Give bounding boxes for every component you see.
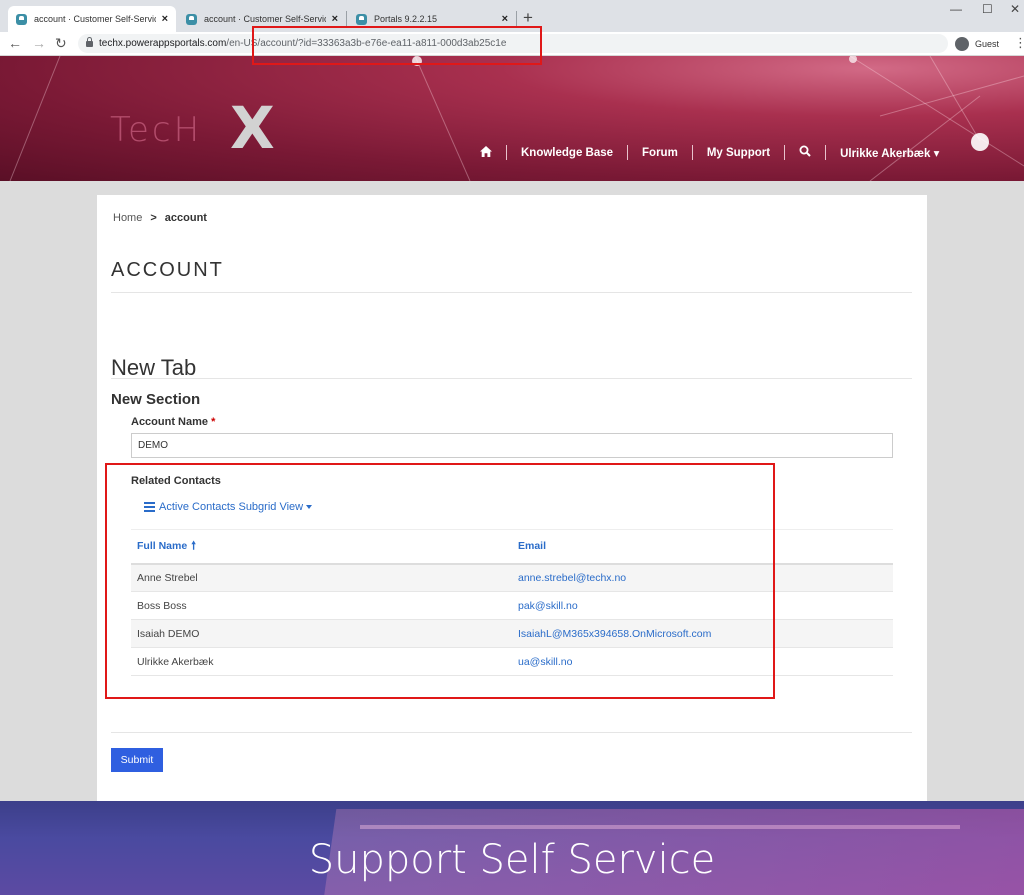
profile-label: Guest [975,38,1000,49]
table-row[interactable]: Ulrikke Akerbæk ua@skill.no [131,647,893,676]
tab-close-icon[interactable]: × [162,13,168,25]
view-selector-label: Active Contacts Subgrid View [159,501,304,513]
reload-button[interactable]: ↻ [55,35,67,52]
column-header-full-name[interactable]: Full Name 🠕 [131,529,512,565]
related-contacts-label: Related Contacts [131,475,221,487]
sort-ascending-icon: 🠕 [191,539,196,552]
url-host: techx.powerappsportals.com [99,38,227,49]
minimize-button[interactable]: — [950,2,962,16]
url-path: /en-US/account/?id=33363a3b-e76e-ea11-a8… [226,38,507,49]
main-navigation: Knowledge Base Forum My Support Ulrikke … [466,145,953,160]
tab-title: account · Customer Self-Service [34,14,156,24]
portal-favicon-icon [356,13,367,25]
page-title: ACCOUNT [111,259,224,281]
tab-separator [346,11,347,26]
title-divider [111,292,912,293]
nav-user-menu[interactable]: Ulrikke Akerbæk ▾ [826,146,953,160]
browser-tab-2[interactable]: account · Customer Self-Service × [178,6,346,32]
column-header-label: Full Name [137,539,188,552]
contact-name-cell: Anne Strebel [131,563,512,592]
tab-divider [111,378,912,379]
logo-text: TecH [110,110,203,150]
forward-button[interactable]: → [32,35,46,51]
contacts-grid: Full Name 🠕 Email Anne Strebel anne.streb… [131,529,893,676]
profile-button[interactable]: Guest [955,34,999,53]
tab-close-icon[interactable]: × [332,13,338,25]
account-name-input[interactable] [131,433,893,458]
contact-name-cell: Ulrikke Akerbæk [131,647,512,676]
table-row[interactable]: Anne Strebel anne.strebel@techx.no [131,563,893,592]
browser-tab-1[interactable]: account · Customer Self-Service × [8,6,176,32]
tab-separator [516,11,517,26]
breadcrumb-home[interactable]: Home [113,212,142,224]
site-footer: Support Self Service [0,801,1024,895]
tab-close-icon[interactable]: × [502,13,508,25]
contact-email-link[interactable]: IsaiahL@M365x394658.OnMicrosoft.com [512,619,893,648]
nav-knowledge-base[interactable]: Knowledge Base [507,147,627,159]
footer-title: Support Self Service [308,837,716,883]
browser-tab-3[interactable]: Portals 9.2.2.15 × [348,6,516,32]
breadcrumb-current: account [164,212,207,224]
account-name-label-text: Account Name [131,416,209,428]
lock-icon [86,37,93,47]
contact-name-cell: Boss Boss [131,591,512,620]
browser-toolbar: ← → ↻ techx.powerappsportals.com/en-US/a… [0,32,1024,56]
contact-email-link[interactable]: ua@skill.no [512,647,893,676]
section-heading: New Section [111,391,201,408]
contact-email-link[interactable]: pak@skill.no [512,591,893,620]
address-bar-input[interactable]: techx.powerappsportals.com/en-US/account… [78,34,948,53]
avatar-icon [955,36,969,51]
maximize-button[interactable]: ☐ [982,2,993,16]
site-header: TecH X Knowledge Base Forum My Support U… [0,56,1024,181]
techx-logo[interactable]: TecH X [110,94,275,162]
nav-home[interactable] [466,145,506,160]
main-content: Home > account ACCOUNT New Tab New Section… [97,195,927,801]
contact-email-link[interactable]: anne.strebel@techx.no [512,563,893,592]
back-button[interactable]: ← [8,35,22,51]
table-row[interactable]: Isaiah DEMO IsaiahL@M365x394658.OnMicros… [131,619,893,648]
home-icon [480,145,492,157]
grid-header-row: Full Name 🠕 Email [131,529,893,565]
browser-menu-icon[interactable]: ⋮ [1014,35,1024,51]
caret-down-icon [306,505,313,509]
list-icon [144,502,155,512]
required-indicator: * [211,416,216,428]
search-icon [799,145,811,157]
close-window-button[interactable]: ✕ [1010,2,1020,16]
footer-building-graphic [360,825,960,829]
table-row[interactable]: Boss Boss pak@skill.no [131,591,893,620]
tab-title: account · Customer Self-Service [204,14,326,24]
portal-favicon-icon [186,13,197,25]
logo-x: X [230,94,275,162]
nav-forum[interactable]: Forum [628,147,692,159]
new-tab-button[interactable]: + [523,8,533,28]
portal-favicon-icon [16,13,27,25]
nav-search[interactable] [785,145,825,160]
form-footer-divider [111,732,912,733]
breadcrumb-separator: > [150,212,157,224]
nav-my-support[interactable]: My Support [693,147,784,159]
contact-name-cell: Isaiah DEMO [131,619,512,648]
submit-button[interactable]: Submit [111,748,163,772]
column-header-email[interactable]: Email [512,529,893,565]
subgrid-view-dropdown[interactable]: Active Contacts Subgrid View [144,501,313,513]
account-name-label: Account Name * [131,416,215,428]
tab-title: Portals 9.2.2.15 [374,14,438,24]
breadcrumb: Home > account [113,212,207,224]
browser-tab-bar: account · Customer Self-Service × accoun… [0,0,1024,32]
